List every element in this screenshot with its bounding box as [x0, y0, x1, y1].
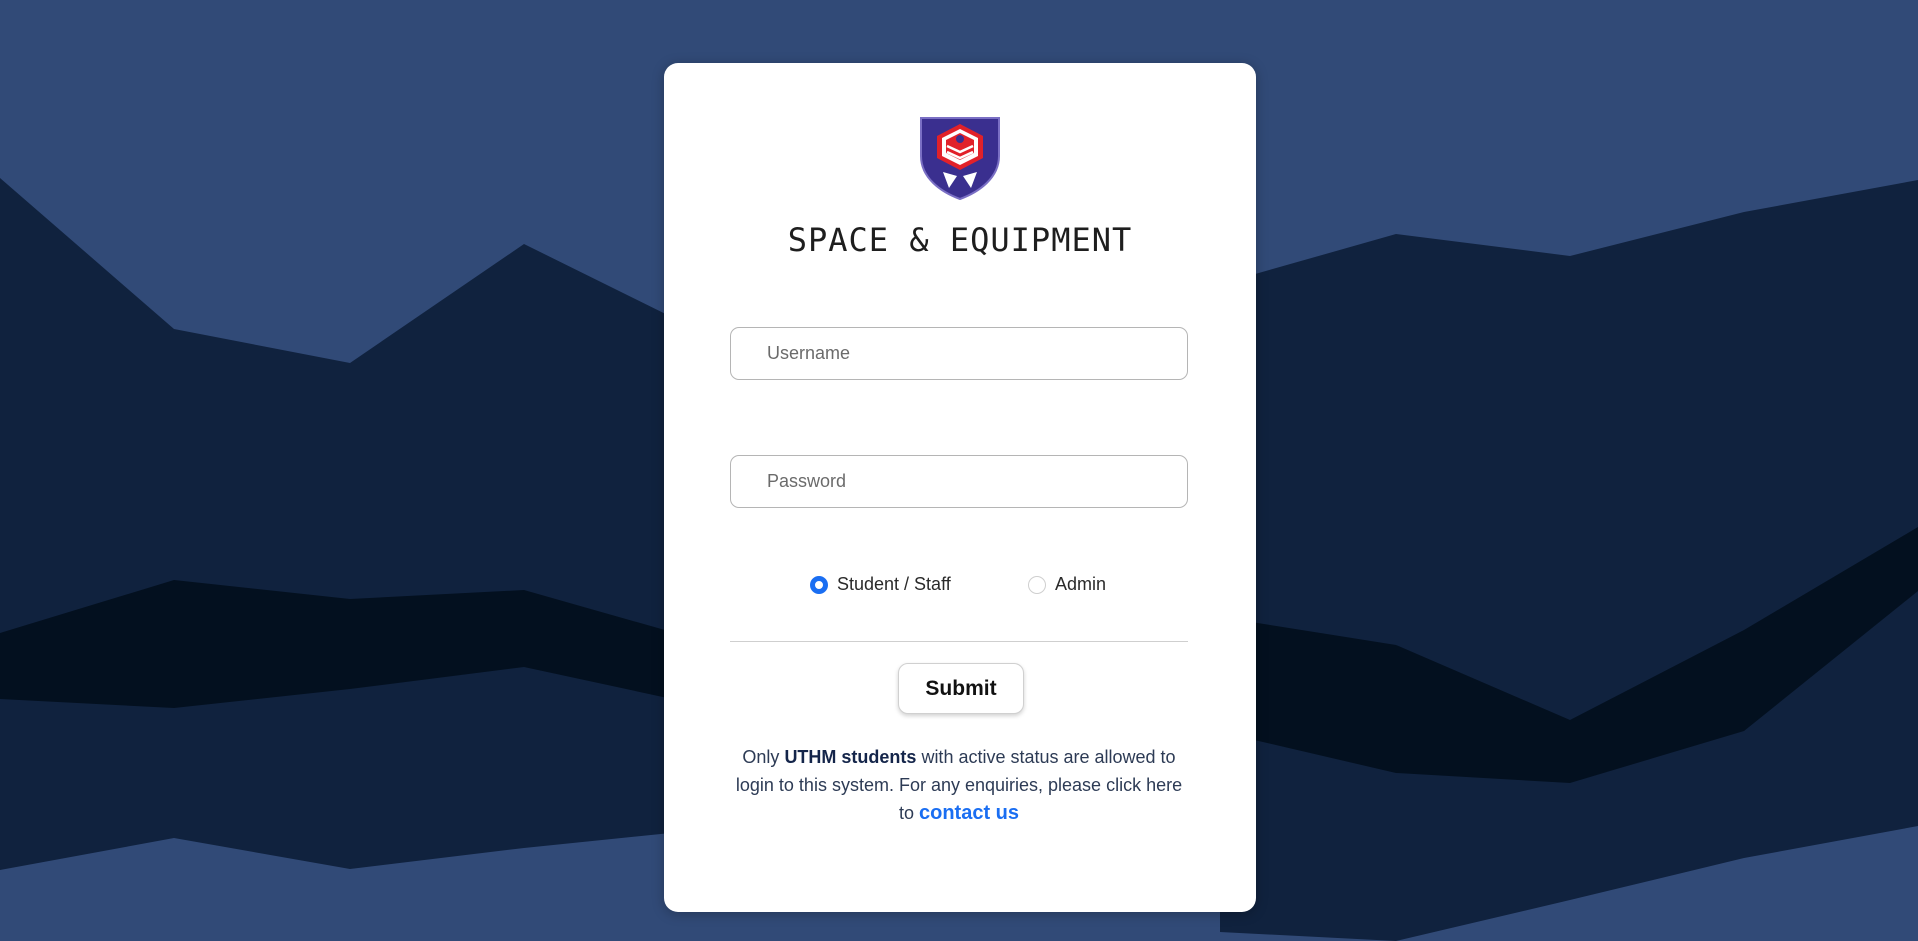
notice-highlight: UTHM students: [784, 747, 917, 767]
radio-selected-icon[interactable]: [810, 575, 828, 594]
radio-unselected-icon[interactable]: [1028, 575, 1046, 594]
divider: [730, 641, 1188, 642]
password-input[interactable]: [730, 455, 1188, 508]
role-label-student-staff: Student / Staff: [837, 574, 951, 594]
role-radio-group: Student / Staff Admin: [664, 574, 1256, 604]
role-radio-admin[interactable]: Admin: [1028, 574, 1106, 595]
uthm-shield-logo-icon: [920, 117, 1000, 200]
login-card: SPACE & EQUIPMENT Student / Staff Admin …: [664, 63, 1256, 912]
submit-button[interactable]: Submit: [898, 663, 1024, 714]
app-title: SPACE & EQUIPMENT: [787, 221, 1133, 259]
contact-us-link[interactable]: contact us: [919, 802, 1019, 824]
role-label-admin: Admin: [1055, 574, 1107, 594]
role-radio-student-staff[interactable]: Student / Staff: [810, 574, 951, 595]
access-notice: Only UTHM students with active status ar…: [730, 743, 1188, 827]
notice-prefix: Only: [742, 747, 785, 767]
username-input[interactable]: [730, 327, 1188, 380]
